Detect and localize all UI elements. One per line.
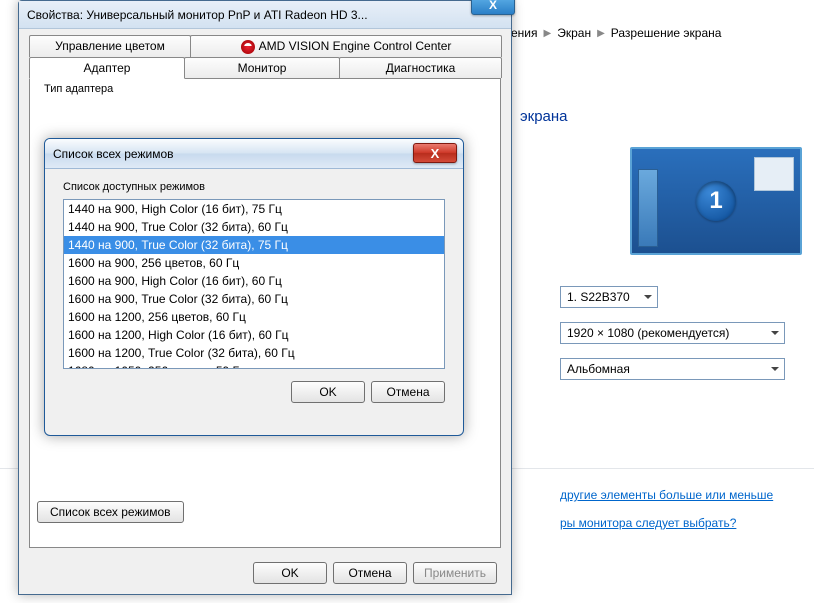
breadcrumb-item[interactable]: Разрешение экрана xyxy=(611,26,722,40)
tab-amd-control-center[interactable]: AMD VISION Engine Control Center xyxy=(190,35,502,57)
display-dropdown[interactable]: 1. S22B370 xyxy=(560,286,658,308)
dialog-title: Свойства: Универсальный монитор PnP и AT… xyxy=(27,8,368,22)
mode-list-item[interactable]: 1440 на 900, True Color (32 бита), 60 Гц xyxy=(64,218,444,236)
tab-color-management[interactable]: Управление цветом xyxy=(29,35,191,57)
mode-list-item[interactable]: 1440 на 900, High Color (16 бит), 75 Гц xyxy=(64,200,444,218)
close-icon: X xyxy=(489,0,497,12)
tab-strip-row1: Управление цветом AMD VISION Engine Cont… xyxy=(19,29,511,57)
tab-adapter[interactable]: Адаптер xyxy=(29,57,185,79)
tab-label: AMD VISION Engine Control Center xyxy=(259,39,452,53)
breadcrumb-item[interactable]: Экран xyxy=(557,26,591,40)
chevron-right-icon: ▶ xyxy=(597,28,605,39)
mode-list-item[interactable]: 1440 на 900, True Color (32 бита), 75 Гц xyxy=(64,236,444,254)
dialog-body: Список доступных режимов 1440 на 900, Hi… xyxy=(45,169,463,415)
adapter-type-group-label: Тип адаптера xyxy=(44,83,113,95)
monitor-number-badge: 1 xyxy=(696,181,736,221)
tab-monitor[interactable]: Монитор xyxy=(184,57,340,78)
breadcrumb[interactable]: ления ▶ Экран ▶ Разрешение экрана xyxy=(504,22,721,44)
ok-button[interactable]: OK xyxy=(253,562,327,584)
mode-list-item[interactable]: 1600 на 900, True Color (32 бита), 60 Гц xyxy=(64,290,444,308)
text-size-link[interactable]: другие элементы больше или меньше xyxy=(560,488,773,502)
available-modes-label: Список доступных режимов xyxy=(63,181,445,193)
mode-list-item[interactable]: 1600 на 1200, 256 цветов, 60 Гц xyxy=(64,308,444,326)
page-title: экрана xyxy=(520,108,568,125)
modes-listbox[interactable]: 1440 на 900, High Color (16 бит), 75 Гц1… xyxy=(63,199,445,369)
orientation-dropdown[interactable]: Альбомная xyxy=(560,358,785,380)
chevron-right-icon: ▶ xyxy=(544,28,552,39)
list-all-modes-button[interactable]: Список всех режимов xyxy=(37,501,184,523)
mode-list-item[interactable]: 1600 на 900, 256 цветов, 60 Гц xyxy=(64,254,444,272)
dialog-title: Список всех режимов xyxy=(53,147,174,161)
cancel-button[interactable]: Отмена xyxy=(333,562,407,584)
close-button[interactable]: X xyxy=(471,0,515,15)
resolution-dropdown[interactable]: 1920 × 1080 (рекомендуется) xyxy=(560,322,785,344)
cancel-button[interactable]: Отмена xyxy=(371,381,445,403)
mode-list-item[interactable]: 1600 на 1200, True Color (32 бита), 60 Г… xyxy=(64,344,444,362)
monitor-help-link[interactable]: ры монитора следует выбрать? xyxy=(560,516,736,530)
mode-list-item[interactable]: 1680 на 1050, 256 цветов, 59 Гц xyxy=(64,362,444,369)
tab-strip-row2: Адаптер Монитор Диагностика xyxy=(19,57,511,78)
monitor-preview[interactable]: 1 xyxy=(630,147,802,255)
tab-diagnostics[interactable]: Диагностика xyxy=(339,57,502,78)
dialog-titlebar[interactable]: Список всех режимов X xyxy=(45,139,463,169)
mode-list-item[interactable]: 1600 на 900, High Color (16 бит), 60 Гц xyxy=(64,272,444,290)
dialog-button-row: OK Отмена xyxy=(63,381,445,403)
close-icon: X xyxy=(431,146,440,161)
amd-icon xyxy=(241,40,255,54)
apply-button: Применить xyxy=(413,562,497,584)
preview-window xyxy=(754,157,794,191)
preview-sidebar xyxy=(638,169,658,247)
ok-button[interactable]: OK xyxy=(291,381,365,403)
close-button[interactable]: X xyxy=(413,143,457,163)
mode-list-item[interactable]: 1600 на 1200, High Color (16 бит), 60 Гц xyxy=(64,326,444,344)
dialog-titlebar[interactable]: Свойства: Универсальный монитор PnP и AT… xyxy=(19,1,511,29)
all-modes-dialog: Список всех режимов X Список доступных р… xyxy=(44,138,464,436)
dialog-button-row: OK Отмена Применить xyxy=(253,562,497,584)
